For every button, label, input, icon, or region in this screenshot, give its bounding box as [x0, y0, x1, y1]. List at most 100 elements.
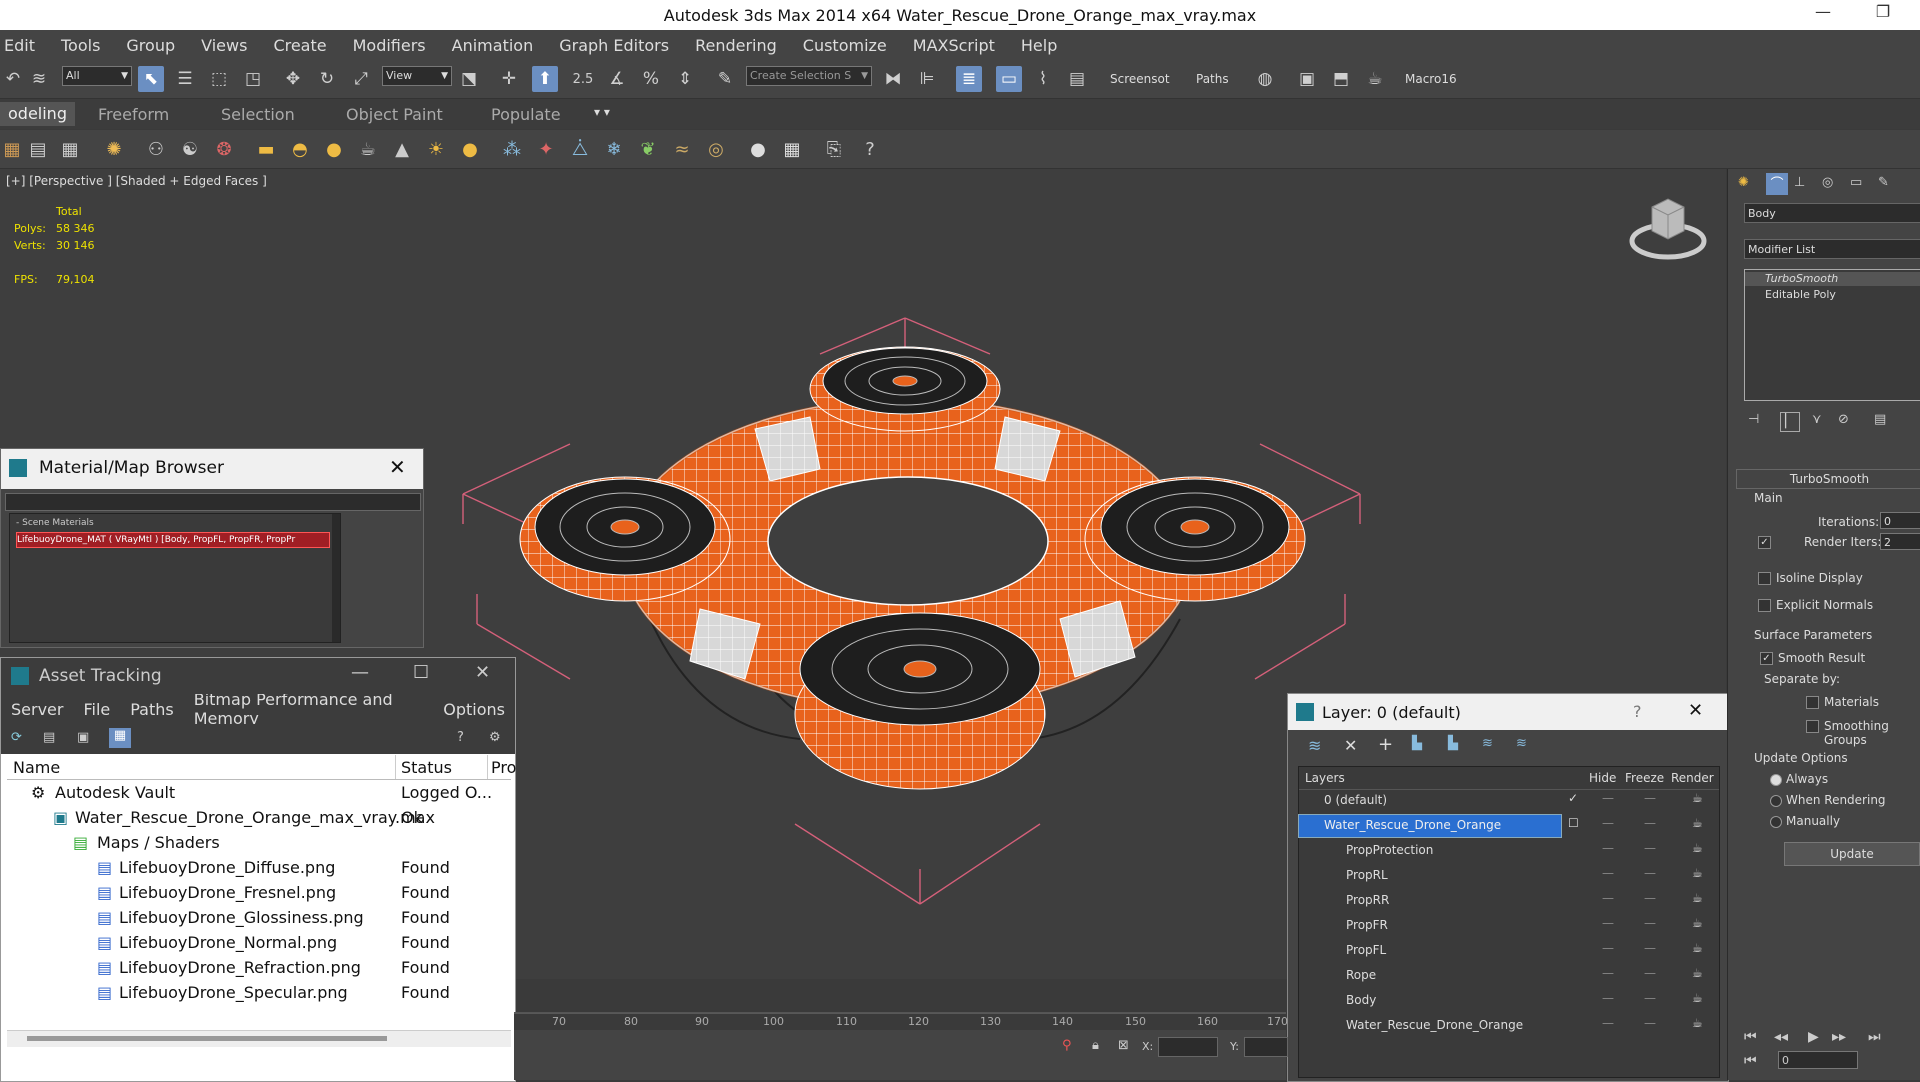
render-setup-icon[interactable]: ▣ — [1294, 66, 1320, 92]
render-iters-checkbox[interactable]: ✓ — [1758, 536, 1771, 549]
menu-graph-editors[interactable]: Graph Editors — [546, 36, 682, 55]
maximize-button[interactable]: ❐ — [1868, 2, 1898, 28]
layer-list-icon[interactable]: ▤ — [26, 137, 50, 161]
close-icon[interactable]: ✕ — [389, 455, 406, 479]
stack-item-turbosmooth[interactable]: TurboSmooth — [1745, 272, 1920, 286]
object-row[interactable]: PropRR — — ☕ — [1298, 889, 1718, 914]
material-ball-icon[interactable]: ● — [746, 137, 770, 161]
tab-populate[interactable]: Populate — [491, 105, 561, 124]
smoothing-groups-checkbox[interactable] — [1806, 720, 1819, 733]
menu-customize[interactable]: Customize — [790, 36, 900, 55]
column-layers[interactable]: Layers — [1305, 771, 1345, 785]
material-editor-icon[interactable]: ◍ — [1252, 66, 1278, 92]
render-icon[interactable]: ☕ — [1692, 941, 1703, 955]
go-to-start-icon[interactable]: ⏮ — [1744, 1029, 1757, 1045]
stack-item-editable-poly[interactable]: Editable Poly — [1745, 288, 1920, 302]
configure-sets-icon[interactable]: ▤ — [1874, 412, 1886, 427]
menu-rendering[interactable]: Rendering — [682, 36, 790, 55]
settings-icon[interactable]: ⚙ — [489, 730, 501, 745]
refresh-icon[interactable]: ⟳ — [11, 730, 22, 745]
menu-group[interactable]: Group — [113, 36, 188, 55]
when-rendering-radio[interactable] — [1770, 795, 1782, 807]
render-icon[interactable]: ☕ — [1692, 866, 1703, 880]
spinner-snap-icon[interactable]: ⇕ — [672, 66, 698, 92]
menu-edit[interactable]: Edit — [0, 36, 48, 55]
add-to-layer-icon[interactable]: + — [1378, 734, 1393, 755]
layer-row[interactable]: 0 (default) ✓ — — ☕ — [1298, 789, 1718, 814]
menu-create[interactable]: Create — [260, 36, 339, 55]
highlight-layer-icon[interactable]: ▙ — [1448, 736, 1458, 751]
table-row[interactable]: ▤ LifebuoyDrone_Normal.png Found — [7, 930, 511, 955]
tab-modeling[interactable]: odeling — [0, 102, 75, 126]
column-pro[interactable]: Pro — [491, 758, 516, 777]
hide-all-icon[interactable]: ≋ — [1482, 736, 1493, 751]
modify-tab-icon[interactable]: ⌒ — [1766, 173, 1788, 195]
menu-options[interactable]: Options — [433, 700, 515, 719]
always-radio[interactable] — [1770, 774, 1782, 786]
close-icon[interactable]: ✕ — [475, 662, 490, 683]
hair-icon[interactable]: ≈ — [670, 137, 694, 161]
render-icon[interactable]: ☕ — [1692, 816, 1703, 830]
selection-filter-select[interactable]: All ▼ — [62, 66, 132, 86]
column-status[interactable]: Status — [401, 758, 452, 777]
plant-icon[interactable]: ❦ — [636, 137, 660, 161]
scene-explorer-icon[interactable]: ▦ — [0, 137, 24, 161]
turbosmooth-rollout-header[interactable]: TurboSmooth — [1736, 469, 1920, 489]
object-row[interactable]: PropFL — — ☕ — [1298, 939, 1718, 964]
percent-snap-icon[interactable]: % — [638, 66, 664, 92]
render-icon[interactable]: ☕ — [1692, 991, 1703, 1005]
render-icon[interactable]: ☕ — [1692, 891, 1703, 905]
render-icon[interactable]: ☕ — [1692, 791, 1703, 805]
manually-radio[interactable] — [1770, 816, 1782, 828]
table-row[interactable]: ▤ LifebuoyDrone_Refraction.png Found — [7, 955, 511, 980]
object-row[interactable]: PropRL — — ☕ — [1298, 864, 1718, 889]
macro16-button[interactable]: Macro16 — [1405, 72, 1457, 86]
mirror-icon[interactable]: ⧓ — [880, 66, 906, 92]
render-icon[interactable]: ☕ — [1692, 841, 1703, 855]
render-icon[interactable]: ☕ — [1692, 966, 1703, 980]
light-lister-icon[interactable]: ✺ — [102, 137, 126, 161]
column-name[interactable]: Name — [13, 758, 60, 777]
rectangular-selection-icon[interactable]: ⬚ — [206, 66, 232, 92]
scale-icon[interactable]: ⤢ — [348, 66, 374, 92]
paths-button[interactable]: Paths — [1196, 72, 1229, 86]
select-manipulate-icon[interactable]: ✛ — [496, 66, 522, 92]
utilities-tab-icon[interactable]: ✎ — [1878, 175, 1889, 190]
dome-icon[interactable]: ◓ — [288, 137, 312, 161]
make-unique-icon[interactable]: ⋎ — [1812, 412, 1822, 427]
schematic-view-icon[interactable]: ▤ — [1064, 66, 1090, 92]
add-selection-icon[interactable]: ☐ — [1568, 816, 1579, 830]
tab-freeform[interactable]: Freeform — [98, 105, 169, 124]
column-freeze[interactable]: Freeze — [1625, 771, 1664, 785]
delete-layer-icon[interactable]: ✕ — [1344, 736, 1357, 755]
snap-toggle-icon[interactable]: 2.5 — [570, 66, 596, 92]
menu-bitmap-performance[interactable]: Bitmap Performance and Memory — [184, 690, 434, 728]
table-row[interactable]: ▤ LifebuoyDrone_Specular.png Found — [7, 980, 511, 1005]
help-icon[interactable]: ? — [858, 137, 882, 161]
thumbnail-icon[interactable]: ▣ — [77, 730, 89, 745]
render-icon[interactable]: ☕ — [1692, 916, 1703, 930]
curve-editor-icon[interactable]: ⌇ — [1030, 66, 1056, 92]
particle-icon[interactable]: ⁂ — [500, 137, 524, 161]
render-icon[interactable]: ☕ — [1692, 1016, 1703, 1030]
layer-manager-icon[interactable]: ≣ — [956, 66, 982, 92]
edit-named-selection-icon[interactable]: ✎ — [712, 66, 738, 92]
pivot-center-icon[interactable]: ⬔ — [456, 66, 482, 92]
keyboard-shortcut-override-icon[interactable]: ⬆ — [532, 66, 558, 92]
horizontal-scrollbar[interactable] — [7, 1030, 511, 1047]
select-layer-objects-icon[interactable]: ▙ — [1412, 736, 1422, 751]
material-item[interactable]: LifebuoyDrone_MAT ( VRayMtl ) [Body, Pro… — [16, 532, 330, 548]
menu-paths[interactable]: Paths — [120, 700, 183, 719]
render-grid-icon[interactable]: ▦ — [780, 137, 804, 161]
maximize-icon[interactable]: ☐ — [413, 662, 429, 683]
motion-tab-icon[interactable]: ◎ — [1822, 175, 1833, 190]
hierarchy-icon[interactable]: ☯ — [178, 137, 202, 161]
freeze-all-icon[interactable]: ≋ — [1516, 736, 1527, 751]
prev-frame-icon[interactable]: ◂◂ — [1774, 1029, 1788, 1045]
smooth-result-checkbox[interactable]: ✓ — [1760, 652, 1773, 665]
move-icon[interactable]: ✥ — [280, 66, 306, 92]
pin-icon[interactable]: ⚲ — [1062, 1038, 1072, 1053]
screenshot-button[interactable]: Screensot — [1110, 72, 1170, 86]
scrollbar[interactable] — [332, 514, 340, 642]
help-icon[interactable]: ? — [457, 730, 464, 745]
